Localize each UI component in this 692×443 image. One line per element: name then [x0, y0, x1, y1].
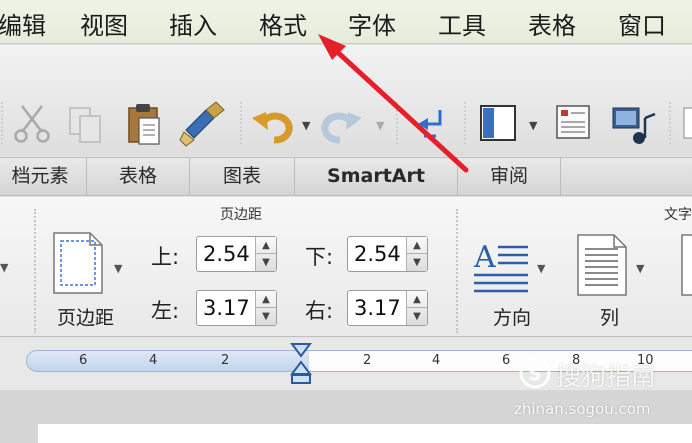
annotation-arrow	[318, 34, 469, 173]
